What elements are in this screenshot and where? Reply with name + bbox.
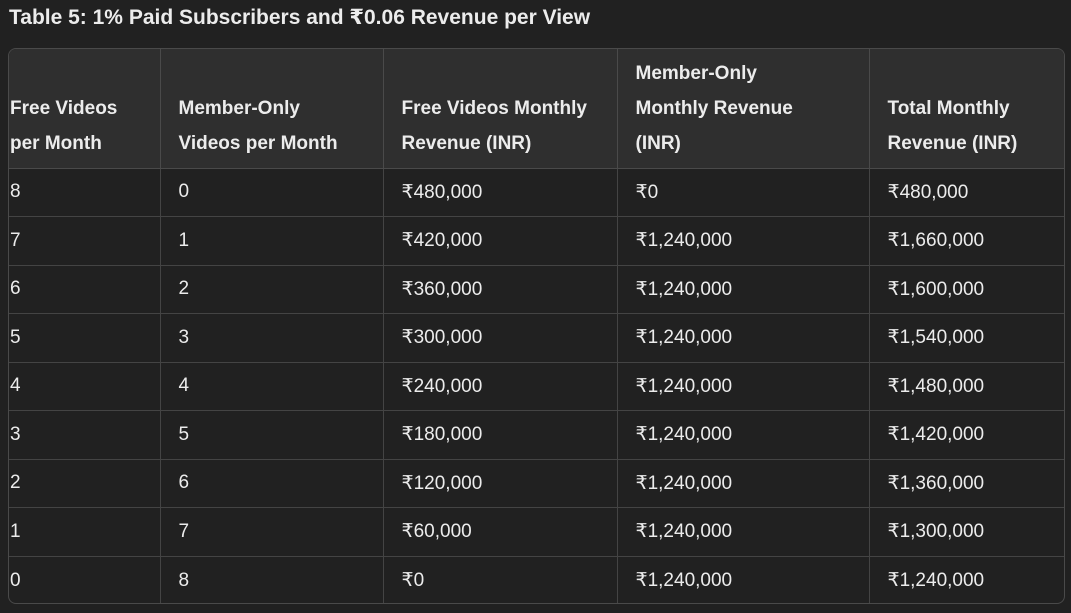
table-row: 5 3 ₹300,000 ₹1,240,000 ₹1,540,000	[9, 313, 1064, 363]
table-cell: 3	[9, 410, 161, 460]
table-cell: ₹1,240,000	[617, 459, 870, 508]
table-cell: 5	[9, 313, 161, 363]
table-cell: 1	[9, 507, 161, 557]
table-body: 8 0 ₹480,000 ₹0 ₹480,000 7 1 ₹420,000 ₹1…	[9, 168, 1064, 603]
header-line: per Month	[10, 132, 102, 154]
header-line: Revenue (INR)	[401, 132, 532, 154]
table-cell: 8	[160, 556, 384, 603]
table-cell: ₹300,000	[383, 313, 618, 363]
header-line: Member-Only	[178, 97, 300, 119]
table-cell: ₹1,240,000	[617, 507, 870, 557]
header-line: (INR)	[635, 132, 681, 154]
table-cell: 5	[160, 410, 384, 460]
table-cell: 7	[160, 507, 384, 557]
table-cell: 3	[160, 313, 384, 363]
table-cell: 2	[160, 265, 384, 314]
table-row: 3 5 ₹180,000 ₹1,240,000 ₹1,420,000	[9, 410, 1064, 460]
table-row: 4 4 ₹240,000 ₹1,240,000 ₹1,480,000	[9, 362, 1064, 411]
table-cell: ₹180,000	[383, 410, 618, 460]
header-line: Total Monthly	[887, 97, 1010, 119]
table-cell: 2	[9, 459, 161, 508]
header-member-only-videos: Member-Only Videos per Month	[160, 49, 384, 169]
table-cell: ₹240,000	[383, 362, 618, 411]
header-free-videos: Free Videos per Month	[9, 49, 161, 169]
table-cell: ₹1,240,000	[617, 410, 870, 460]
table-cell: ₹360,000	[383, 265, 618, 314]
table-cell: ₹1,600,000	[869, 265, 1064, 314]
table-header-row: Free Videos per Month Member-Only Videos…	[9, 49, 1064, 169]
table-cell: 6	[160, 459, 384, 508]
table-cell: ₹420,000	[383, 216, 618, 266]
header-member-only-revenue: Member-Only Monthly Revenue (INR)	[617, 49, 870, 169]
header-free-videos-revenue: Free Videos Monthly Revenue (INR)	[383, 49, 618, 169]
table-row: 1 7 ₹60,000 ₹1,240,000 ₹1,300,000	[9, 507, 1064, 557]
table-row: 2 6 ₹120,000 ₹1,240,000 ₹1,360,000	[9, 459, 1064, 508]
table-row: 6 2 ₹360,000 ₹1,240,000 ₹1,600,000	[9, 265, 1064, 314]
header-line: Monthly Revenue	[635, 97, 793, 119]
table-row: 0 8 ₹0 ₹1,240,000 ₹1,240,000	[9, 556, 1064, 603]
table-row: 7 1 ₹420,000 ₹1,240,000 ₹1,660,000	[9, 216, 1064, 266]
table-title: Table 5: 1% Paid Subscribers and ₹0.06 R…	[9, 6, 591, 29]
revenue-table: Free Videos per Month Member-Only Videos…	[9, 49, 1064, 603]
table-cell: ₹480,000	[383, 168, 618, 217]
header-total-revenue: Total Monthly Revenue (INR)	[869, 49, 1064, 169]
table-cell: ₹120,000	[383, 459, 618, 508]
table-cell: ₹0	[383, 556, 618, 603]
table-cell: 0	[9, 556, 161, 603]
table-cell: ₹1,240,000	[887, 570, 985, 591]
table-cell: 4	[160, 362, 384, 411]
data-table-container: Free Videos per Month Member-Only Videos…	[8, 48, 1065, 604]
table-cell: ₹1,240,000	[617, 362, 870, 411]
table-cell: ₹1,240,000	[617, 216, 870, 266]
table-cell: ₹1,360,000	[869, 459, 1064, 508]
table-cell: ₹1,660,000	[869, 216, 1064, 266]
header-line: Videos per Month	[178, 132, 338, 154]
table-cell: 7	[9, 216, 161, 266]
table-cell: 4	[9, 362, 161, 411]
table-cell: 8	[9, 168, 161, 217]
table-cell: ₹1,240,000	[617, 265, 870, 314]
table-cell: ₹1,240,000	[617, 313, 870, 363]
table-row: 8 0 ₹480,000 ₹0 ₹480,000	[9, 168, 1064, 217]
table-cell: ₹1,480,000	[869, 362, 1064, 411]
table-cell: ₹1,300,000	[869, 507, 1064, 557]
table-cell: 0	[160, 168, 384, 217]
table-cell: ₹480,000	[869, 168, 1064, 217]
table-cell: ₹60,000	[383, 507, 618, 557]
table-cell: ₹1,420,000	[869, 410, 1064, 460]
table-cell: 1	[160, 216, 384, 266]
header-line: Free Videos Monthly	[401, 97, 587, 119]
table-cell: ₹1,540,000	[869, 313, 1064, 363]
header-line: Free Videos	[10, 97, 118, 119]
table-cell: 6	[9, 265, 161, 314]
header-line: Member-Only	[635, 62, 757, 84]
table-cell: ₹1,240,000	[617, 556, 870, 603]
table-cell: ₹0	[617, 168, 870, 217]
header-line: Revenue (INR)	[887, 132, 1018, 154]
